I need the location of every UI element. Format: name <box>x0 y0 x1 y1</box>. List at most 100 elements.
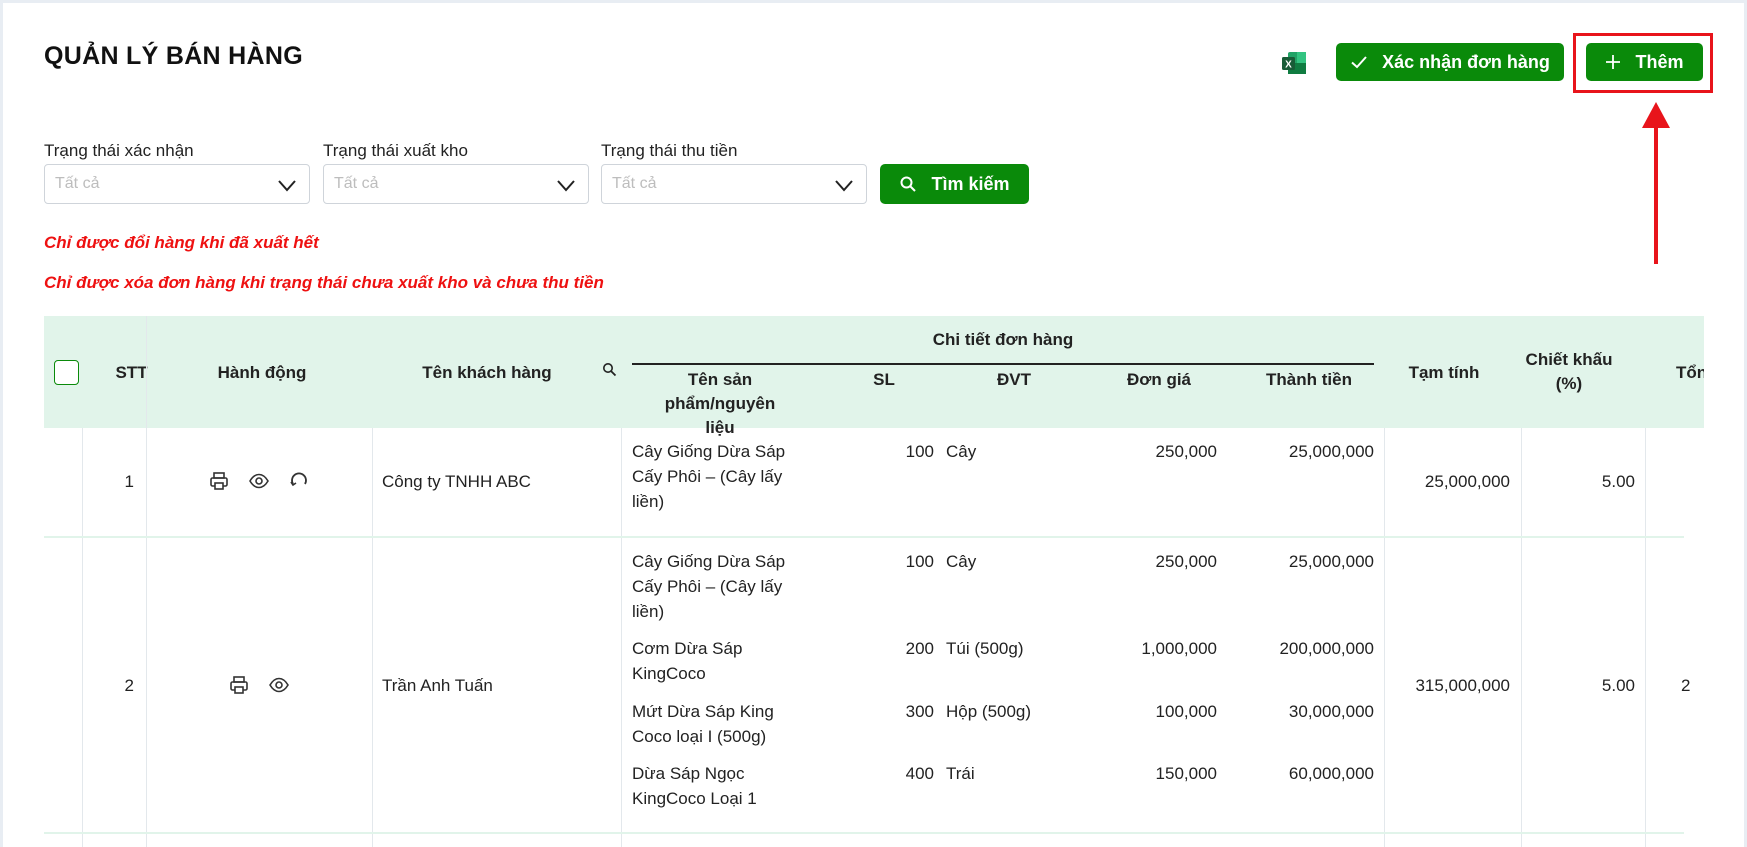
item-price: 100,000 <box>1155 702 1217 721</box>
item-unit: Trái <box>946 764 975 783</box>
item-price: 150,000 <box>1155 764 1217 783</box>
item-price: 250,000 <box>1155 552 1217 571</box>
column-divider <box>1645 428 1646 847</box>
row-actions <box>228 674 290 696</box>
row-divider <box>44 536 1684 538</box>
print-icon[interactable] <box>208 470 230 492</box>
chevron-down-icon <box>278 180 296 192</box>
select-placeholder: Tất cả <box>55 175 100 192</box>
item-name-line: liền) <box>632 602 665 621</box>
header-discount: Chiết khấu (%) <box>1514 348 1624 396</box>
warehouse-status-select[interactable]: Tất cả <box>323 164 589 204</box>
excel-icon[interactable]: X <box>1280 49 1308 77</box>
header-order-detail: Chi tiết đơn hàng <box>932 330 1074 349</box>
page-title: QUẢN LÝ BÁN HÀNG <box>44 42 303 70</box>
header-unit: ĐVT <box>997 370 1031 389</box>
column-divider <box>82 428 83 847</box>
item-name-line: Cấy Phôi – (Cây lấy <box>632 577 783 596</box>
select-placeholder: Tất cả <box>334 175 379 192</box>
item-qty: 200 <box>905 639 934 658</box>
item-unit: Cây <box>946 442 977 461</box>
header-customer: Tên khách hàng <box>422 363 552 382</box>
item-price: 250,000 <box>1155 442 1217 461</box>
note-delete: Chỉ được xóa đơn hàng khi trạng thái chư… <box>44 273 604 292</box>
table-header: STT Hành động Tên khách hàng Chi tiết đơ… <box>44 316 1704 437</box>
payment-status-select[interactable]: Tất cả <box>601 164 867 204</box>
row-discount: 5.00 <box>1601 676 1635 695</box>
row-discount: 5.00 <box>1601 472 1635 491</box>
column-divider <box>146 316 147 847</box>
header-price: Đơn giá <box>1126 370 1192 389</box>
header-product-line1: Tên sản phẩm/nguyên <box>664 370 776 413</box>
item-qty: 400 <box>905 764 934 783</box>
header-discount-line2: (%) <box>1555 374 1583 393</box>
item-name: Cơm Dừa Sáp KingCoco <box>632 636 812 686</box>
item-name-line: Coco loại I (500g) <box>632 727 767 746</box>
confirm-order-label: Xác nhận đơn hàng <box>1382 51 1550 72</box>
item-name-line: KingCoco Loại 1 <box>632 789 757 808</box>
item-amount: 25,000,000 <box>1288 442 1374 461</box>
header-total: Tổng <box>1676 363 1704 382</box>
view-icon[interactable] <box>268 674 290 696</box>
item-name: Mứt Dừa Sáp King Coco loại I (500g) <box>632 699 812 749</box>
header-qty: SL <box>873 370 895 389</box>
print-icon[interactable] <box>228 674 250 696</box>
chevron-down-icon <box>557 180 575 192</box>
note-exchange: Chỉ được đổi hàng khi đã xuất hết <box>44 233 319 252</box>
item-unit: Túi (500g) <box>946 639 1024 658</box>
chevron-down-icon <box>835 180 853 192</box>
item-amount: 25,000,000 <box>1288 552 1374 571</box>
view-icon[interactable] <box>248 470 270 492</box>
item-name-line: Cây Giống Dừa Sáp <box>632 552 786 571</box>
row-subtotal: 315,000,000 <box>1415 676 1510 695</box>
header-divider <box>632 363 1374 365</box>
header-product-line2: liệu <box>705 418 735 437</box>
filter-label-confirm: Trạng thái xác nhận <box>44 141 194 160</box>
item-amount: 200,000,000 <box>1279 639 1374 658</box>
highlight-box <box>1573 33 1713 93</box>
item-qty: 100 <box>905 442 934 461</box>
item-name: Cây Giống Dừa Sáp Cấy Phôi – (Cây lấy li… <box>632 549 812 624</box>
row-customer: Công ty TNHH ABC <box>382 472 531 491</box>
item-name-line: Cấy Phôi – (Cây lấy <box>632 467 783 486</box>
svg-text:X: X <box>1285 60 1292 71</box>
column-divider <box>372 428 373 847</box>
item-name: Cây Giống Dừa Sáp Cấy Phôi – (Cây lấy li… <box>632 439 812 514</box>
item-unit: Hộp (500g) <box>946 702 1032 721</box>
exchange-icon[interactable] <box>288 470 310 492</box>
item-name-line: Mứt Dừa Sáp King <box>632 702 774 721</box>
confirm-order-button[interactable]: Xác nhận đơn hàng <box>1336 43 1564 81</box>
row-stt: 1 <box>124 472 134 491</box>
item-name-line: KingCoco <box>632 664 706 683</box>
select-placeholder: Tất cả <box>612 175 657 192</box>
row-customer: Trần Anh Tuấn <box>382 676 493 695</box>
item-unit: Cây <box>946 552 977 571</box>
item-qty: 100 <box>905 552 934 571</box>
row-total: 2 <box>1681 676 1691 695</box>
item-name: Dừa Sáp Ngọc KingCoco Loại 1 <box>632 761 812 811</box>
row-divider <box>44 832 1684 834</box>
header-product: Tên sản phẩm/nguyên liệu <box>632 368 808 440</box>
item-name-line: Dừa Sáp Ngọc <box>632 764 745 783</box>
column-search-icon[interactable] <box>602 362 617 377</box>
item-amount: 30,000,000 <box>1288 702 1374 721</box>
search-button[interactable]: Tìm kiếm <box>880 164 1029 204</box>
select-all-checkbox[interactable] <box>54 360 79 385</box>
header-discount-line1: Chiết khấu <box>1525 350 1613 369</box>
annotation-arrow <box>1642 102 1670 264</box>
search-icon <box>900 176 917 192</box>
item-price: 1,000,000 <box>1141 639 1217 658</box>
confirm-status-select[interactable]: Tất cả <box>44 164 310 204</box>
search-label: Tìm kiếm <box>931 173 1010 194</box>
filter-label-warehouse: Trạng thái xuất kho <box>323 141 468 160</box>
check-icon <box>1351 56 1367 69</box>
header-subtotal: Tạm tính <box>1408 363 1480 382</box>
row-subtotal: 25,000,000 <box>1424 472 1510 491</box>
item-qty: 300 <box>905 702 934 721</box>
item-name-line: Cơm Dừa Sáp <box>632 639 743 658</box>
item-name-line: Cây Giống Dừa Sáp <box>632 442 786 461</box>
row-actions <box>208 470 310 492</box>
item-name-line: liền) <box>632 492 665 511</box>
header-action: Hành động <box>217 363 307 382</box>
item-amount: 60,000,000 <box>1288 764 1374 783</box>
